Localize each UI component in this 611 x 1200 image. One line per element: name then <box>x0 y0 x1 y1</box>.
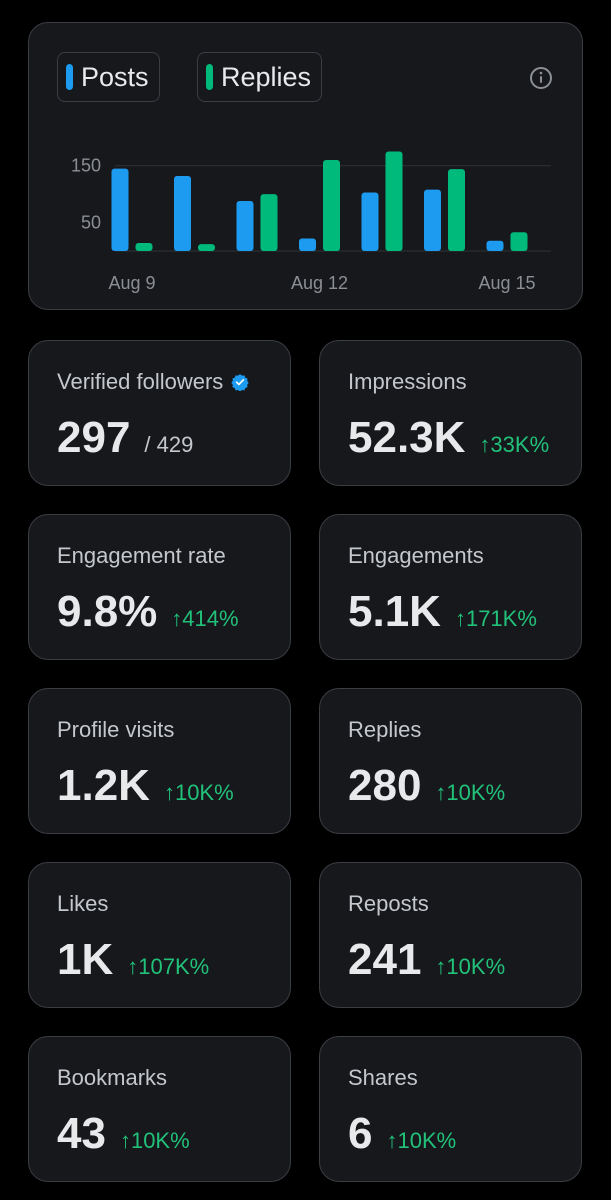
stat-value-row: 297 / 429 <box>57 413 193 463</box>
replies-toggle-label: Replies <box>221 61 312 92</box>
y-tick-label: 50 <box>81 213 101 233</box>
verified-followers-label: Verified followers <box>57 369 224 394</box>
reposts-change: ↑10K% <box>435 954 506 979</box>
posts-toggle-label: Posts <box>81 61 149 92</box>
bar-replies-aug-9 <box>135 243 153 251</box>
bar-posts-aug-11 <box>236 200 254 251</box>
verified-followers-total: / 429 <box>144 432 194 457</box>
impressions-label: Impressions <box>348 369 467 394</box>
posts-toggle[interactable]: Posts <box>57 52 160 102</box>
bar-posts-aug-15 <box>486 240 504 251</box>
y-tick-label: 150 <box>71 156 101 176</box>
profile-visits-value: 1.2K <box>57 761 150 810</box>
stat-value-row: 9.8% ↑414% <box>57 587 239 637</box>
verified-badge-icon <box>231 374 250 391</box>
stat-value-row: 52.3K ↑33K% <box>348 413 549 463</box>
bar-posts-aug-9 <box>111 168 129 251</box>
replies-toggle[interactable]: Replies <box>197 52 323 102</box>
engagement-rate-value: 9.8% <box>57 587 158 636</box>
stat-value-row: 280 ↑10K% <box>348 761 505 811</box>
bookmarks-value: 43 <box>57 1109 106 1158</box>
stat-card-shares[interactable]: Shares 6 ↑10K% <box>319 1036 582 1182</box>
activity-chart-card: 150 50 Aug 9 Aug 12 Aug 15 Posts Replies <box>28 22 583 310</box>
engagements-label: Engagements <box>348 543 484 568</box>
reposts-value: 241 <box>348 935 422 984</box>
replies-label: Replies <box>348 717 422 742</box>
stat-value-row: 241 ↑10K% <box>348 935 505 985</box>
stat-value-row: 43 ↑10K% <box>57 1109 190 1159</box>
likes-change: ↑107K% <box>127 954 210 979</box>
stat-card-likes[interactable]: Likes 1K ↑107K% <box>28 862 291 1008</box>
info-circle-icon[interactable] <box>529 66 553 90</box>
likes-value: 1K <box>57 935 114 984</box>
stat-value-row: 5.1K ↑171K% <box>348 587 537 637</box>
engagements-value: 5.1K <box>348 587 441 636</box>
engagements-change: ↑171K% <box>454 606 537 631</box>
stat-card-engagement-rate[interactable]: Engagement rate 9.8% ↑414% <box>28 514 291 660</box>
stat-card-bookmarks[interactable]: Bookmarks 43 ↑10K% <box>28 1036 291 1182</box>
bar-replies-aug-15 <box>510 232 528 251</box>
bar-replies-aug-12 <box>323 160 340 251</box>
bar-posts-aug-12 <box>299 238 316 251</box>
engagement-rate-label: Engagement rate <box>57 543 226 568</box>
stat-card-verified-followers[interactable]: Verified followers 297 / 429 <box>28 340 291 486</box>
stat-card-profile-visits[interactable]: Profile visits 1.2K ↑10K% <box>28 688 291 834</box>
x-tick-label: Aug 12 <box>291 273 348 293</box>
shares-label: Shares <box>348 1065 418 1090</box>
stat-card-impressions[interactable]: Impressions 52.3K ↑33K% <box>319 340 582 486</box>
bar-posts-aug-14 <box>424 189 441 251</box>
posts-legend-swatch <box>66 64 73 90</box>
stat-value-row: 1.2K ↑10K% <box>57 761 234 811</box>
profile-visits-label: Profile visits <box>57 717 175 742</box>
impressions-change: ↑33K% <box>479 432 550 457</box>
stat-value-row: 6 ↑10K% <box>348 1109 456 1159</box>
stat-card-engagements[interactable]: Engagements 5.1K ↑171K% <box>319 514 582 660</box>
shares-value: 6 <box>348 1109 373 1158</box>
bar-replies-aug-11 <box>260 194 278 251</box>
bookmarks-label: Bookmarks <box>57 1065 168 1090</box>
replies-change: ↑10K% <box>435 780 506 805</box>
x-tick-label: Aug 15 <box>478 273 535 293</box>
reposts-label: Reposts <box>348 891 429 916</box>
impressions-value: 52.3K <box>348 413 466 462</box>
bar-posts-aug-13 <box>361 192 379 251</box>
bookmarks-change: ↑10K% <box>119 1128 190 1153</box>
stat-card-reposts[interactable]: Reposts 241 ↑10K% <box>319 862 582 1008</box>
stat-card-replies[interactable]: Replies 280 ↑10K% <box>319 688 582 834</box>
replies-legend-swatch <box>206 64 213 90</box>
likes-label: Likes <box>57 891 109 916</box>
stat-value-row: 1K ↑107K% <box>57 935 209 985</box>
bar-replies-aug-13 <box>385 151 403 251</box>
engagement-rate-change: ↑414% <box>171 606 239 631</box>
verified-followers-value: 297 <box>57 413 131 462</box>
x-tick-label: Aug 9 <box>108 273 155 293</box>
shares-change: ↑10K% <box>386 1128 457 1153</box>
stat-label: Verified followers <box>57 369 250 395</box>
replies-value: 280 <box>348 761 422 810</box>
profile-visits-change: ↑10K% <box>163 780 234 805</box>
bar-replies-aug-14 <box>448 169 465 251</box>
bar-replies-aug-10 <box>198 244 215 251</box>
bar-posts-aug-10 <box>174 175 191 251</box>
